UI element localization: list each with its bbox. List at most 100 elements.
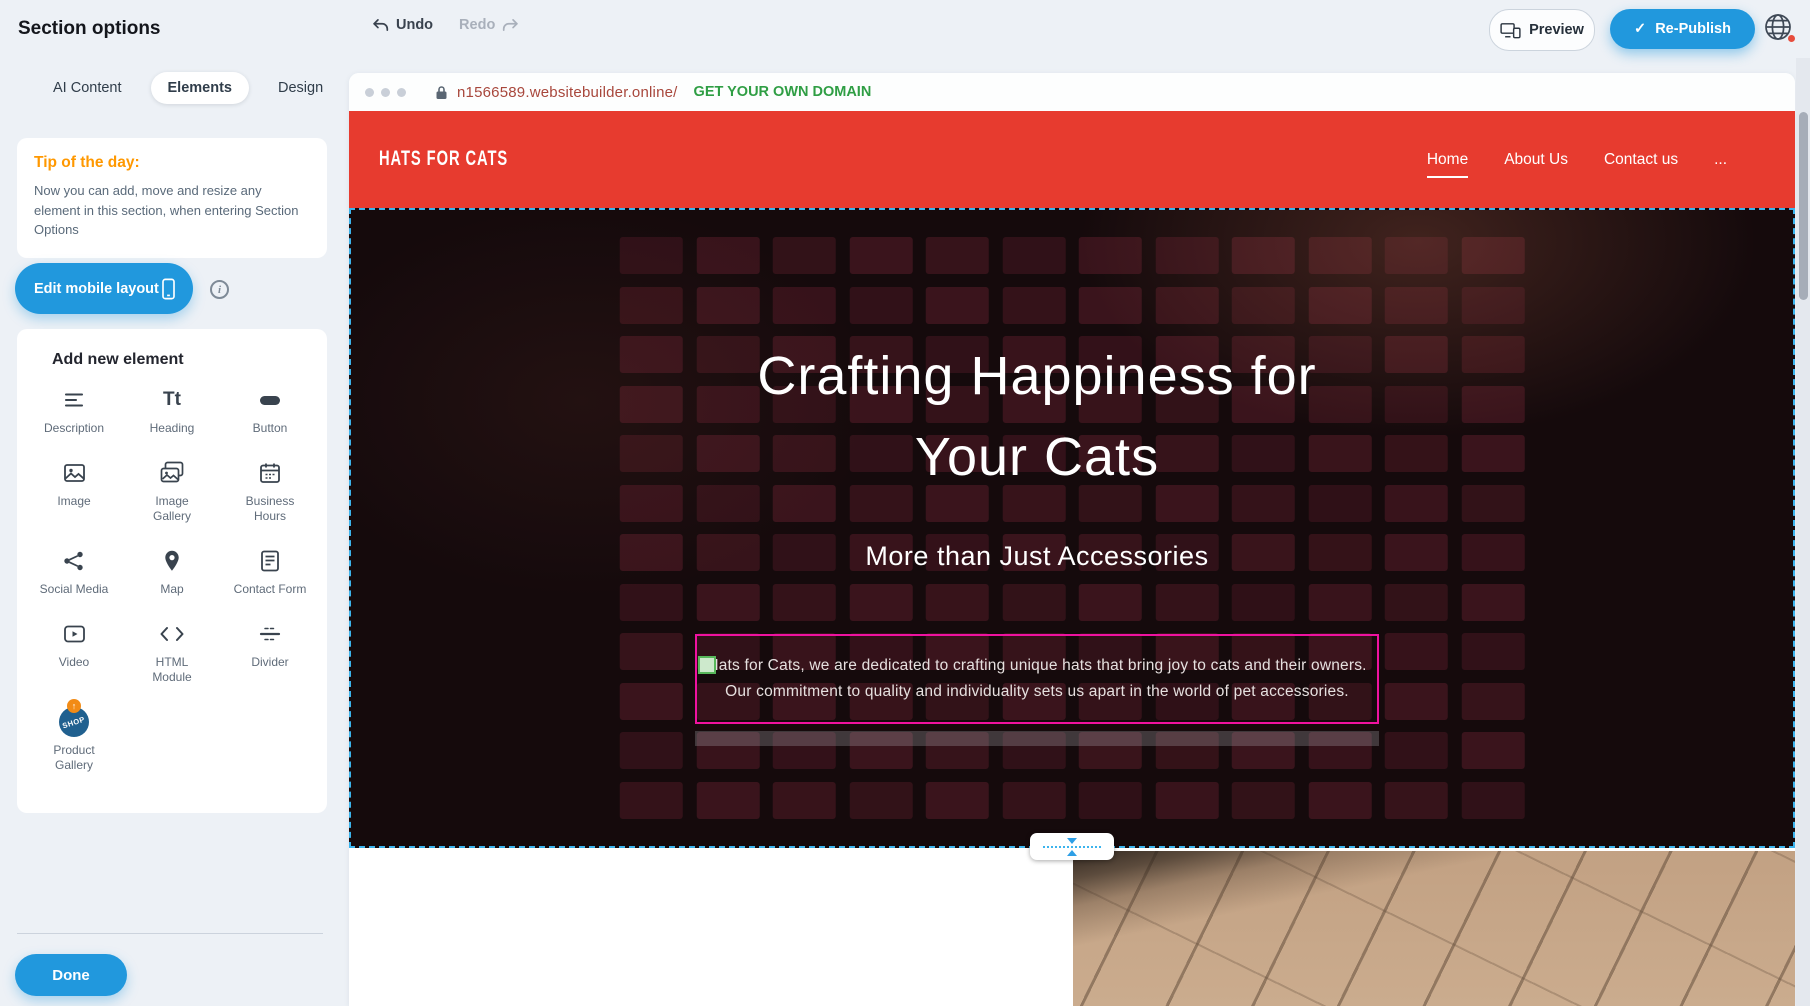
hero-heading[interactable]: Crafting Happiness for Your Cats	[351, 336, 1723, 498]
add-new-element-panel: Add new element Description Tt Heading B…	[17, 329, 327, 813]
element-item-image-gallery[interactable]: Image Gallery	[123, 458, 221, 524]
resize-handle-green[interactable]	[698, 656, 716, 674]
tab-ai-content[interactable]: AI Content	[36, 72, 139, 104]
lock-icon	[435, 85, 448, 100]
done-button[interactable]: Done	[15, 954, 127, 996]
tab-design[interactable]: Design	[261, 72, 340, 104]
hero-section[interactable]: Crafting Happiness for Your Cats More th…	[349, 208, 1795, 848]
element-item-heading[interactable]: Tt Heading	[123, 385, 221, 436]
element-item-product-gallery[interactable]: SHOP ↑ Product Gallery	[25, 707, 123, 773]
next-section-white-area	[349, 851, 1073, 1006]
element-item-label: Video	[59, 655, 89, 670]
element-item-label: Map	[160, 582, 183, 597]
nav-item-more[interactable]: ...	[1714, 151, 1727, 169]
divider-icon	[258, 619, 282, 649]
check-icon: ✓	[1634, 21, 1646, 37]
edit-mobile-label: Edit mobile layout	[34, 281, 159, 297]
redo-button[interactable]: Redo	[459, 17, 519, 33]
republish-button[interactable]: ✓ Re-Publish	[1610, 9, 1755, 49]
element-item-label: Social Media	[40, 582, 109, 597]
element-item-label: Description	[44, 421, 104, 436]
drag-ghost-strip	[695, 731, 1379, 746]
republish-label: Re-Publish	[1655, 21, 1731, 37]
element-item-label: Contact Form	[234, 582, 307, 597]
element-item-image[interactable]: Image	[25, 458, 123, 524]
notification-dot	[1788, 35, 1795, 42]
info-icon[interactable]: i	[210, 280, 229, 299]
add-element-title: Add new element	[25, 351, 319, 369]
element-item-divider[interactable]: Divider	[221, 619, 319, 685]
element-item-business-hours[interactable]: Business Hours	[221, 458, 319, 524]
element-item-label: HTML Module	[135, 655, 209, 685]
element-item-label: Image Gallery	[135, 494, 209, 524]
redo-label: Redo	[459, 17, 495, 33]
button-icon	[258, 385, 282, 415]
site-logo[interactable]: HATS FOR CATS	[379, 148, 508, 171]
undo-button[interactable]: Undo	[372, 17, 433, 33]
element-item-label: Heading	[150, 421, 195, 436]
element-item-label: Button	[253, 421, 288, 436]
element-item-label: Image	[57, 494, 90, 509]
language-globe-button[interactable]	[1762, 11, 1796, 45]
scrollbar-thumb[interactable]	[1799, 112, 1808, 300]
sidebar-divider	[17, 933, 323, 934]
window-dot	[381, 88, 390, 97]
next-section[interactable]	[349, 851, 1795, 1006]
description-icon	[62, 385, 86, 415]
business-hours-icon	[258, 458, 282, 488]
element-item-label: Product Gallery	[37, 743, 111, 773]
get-domain-link[interactable]: GET YOUR OWN DOMAIN	[694, 84, 872, 100]
nav-item-about-us[interactable]: About Us	[1504, 151, 1568, 169]
browser-chrome-bar: n1566589.websitebuilder.online/ GET YOUR…	[349, 73, 1795, 111]
nav-item-contact-us[interactable]: Contact us	[1604, 151, 1678, 169]
element-item-button[interactable]: Button	[221, 385, 319, 436]
image-icon	[62, 458, 87, 488]
tip-title: Tip of the day:	[34, 154, 310, 172]
element-item-video[interactable]: Video	[25, 619, 123, 685]
page-title: Section options	[18, 18, 161, 40]
heading-icon: Tt	[163, 385, 181, 415]
phone-icon	[160, 278, 177, 300]
map-icon	[160, 546, 184, 576]
window-dot	[365, 88, 374, 97]
element-item-contact-form[interactable]: Contact Form	[221, 546, 319, 597]
selected-text-element[interactable]: Hats for Cats, we are dedicated to craft…	[695, 634, 1379, 724]
edit-mobile-layout-button[interactable]: Edit mobile layout	[15, 263, 193, 314]
element-item-label: Divider	[251, 655, 288, 670]
site-nav: Home About Us Contact us ...	[1427, 151, 1727, 169]
preview-button[interactable]: Preview	[1489, 9, 1595, 51]
preview-label: Preview	[1529, 22, 1584, 38]
window-dot	[397, 88, 406, 97]
redo-icon	[502, 18, 519, 32]
upgrade-badge-icon: ↑	[67, 699, 81, 713]
section-height-resize-handle[interactable]	[1030, 833, 1114, 860]
image-gallery-icon	[159, 458, 185, 488]
element-item-description[interactable]: Description	[25, 385, 123, 436]
arrow-down-icon	[1067, 838, 1077, 844]
element-grid: Description Tt Heading Button Image Imag…	[25, 385, 319, 773]
sidebar-tabs: AI Content Elements Design	[36, 72, 340, 104]
nav-item-home[interactable]: Home	[1427, 151, 1468, 169]
hero-paragraph: Hats for Cats, we are dedicated to craft…	[707, 653, 1367, 704]
tip-body: Now you can add, move and resize any ele…	[34, 181, 310, 240]
undo-icon	[372, 18, 389, 32]
tab-elements[interactable]: Elements	[151, 72, 249, 104]
undo-label: Undo	[396, 17, 433, 33]
social-media-icon	[62, 546, 86, 576]
hero-subheading[interactable]: More than Just Accessories	[351, 541, 1723, 572]
element-item-social-media[interactable]: Social Media	[25, 546, 123, 597]
tip-of-the-day-card: Tip of the day: Now you can add, move an…	[17, 138, 327, 258]
site-preview-window: n1566589.websitebuilder.online/ GET YOUR…	[349, 73, 1795, 1006]
product-gallery-icon: SHOP ↑	[59, 707, 89, 737]
element-item-html-module[interactable]: HTML Module	[123, 619, 221, 685]
dotted-resize-line	[1043, 846, 1101, 848]
video-icon	[62, 619, 87, 649]
scrollbar	[1796, 58, 1810, 1006]
top-bar: Section options Undo Redo Preview ✓ Re-P…	[0, 0, 1810, 58]
next-section-photo	[1073, 851, 1795, 1006]
element-item-label: Business Hours	[233, 494, 307, 524]
devices-icon	[1500, 22, 1521, 39]
element-item-map[interactable]: Map	[123, 546, 221, 597]
undo-redo-group: Undo Redo	[372, 17, 519, 33]
hero-content: Crafting Happiness for Your Cats More th…	[351, 210, 1723, 846]
